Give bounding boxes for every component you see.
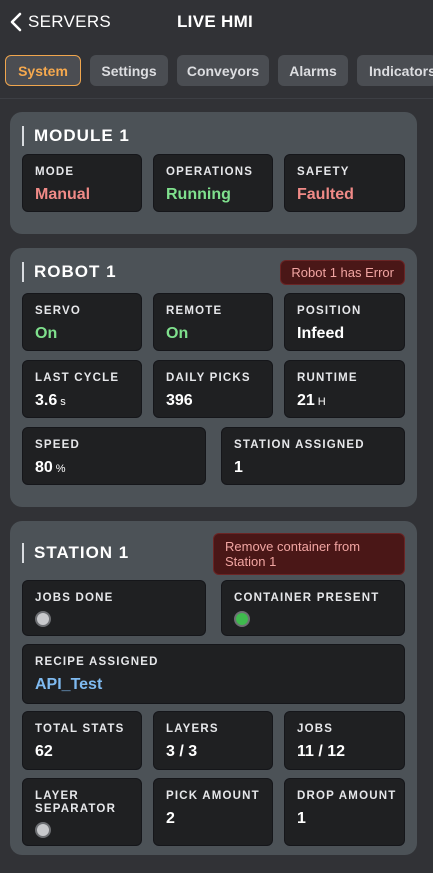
robot-error-badge: Robot 1 has Error: [280, 260, 405, 285]
safety-card: SAFETY Faulted: [284, 154, 405, 212]
container-present-card: CONTAINER PRESENT: [221, 580, 405, 636]
position-label: POSITION: [297, 305, 362, 317]
speed-value: 80%: [35, 458, 66, 479]
jobs-label: JOBS: [297, 723, 334, 735]
runtime-unit: H: [317, 396, 326, 408]
station-title: STATION 1: [22, 543, 129, 563]
robot-panel: ROBOT 1 Robot 1 has Error SERVO On REMOT…: [10, 248, 417, 507]
jobs-done-indicator: [35, 611, 51, 627]
mode-value: Manual: [35, 186, 91, 203]
daily-picks-value: 396: [166, 392, 193, 409]
recipe-card: RECIPE ASSIGNED API_Test: [22, 644, 405, 704]
recipe-value: API_Test: [35, 676, 103, 693]
back-button[interactable]: SERVERS: [8, 9, 111, 35]
robot-title: ROBOT 1: [22, 262, 117, 282]
position-value: Infeed: [297, 325, 345, 342]
drop-amount-card: DROP AMOUNT 1: [284, 778, 405, 846]
station-assigned-label: STATION ASSIGNED: [234, 439, 365, 451]
operations-label: OPERATIONS: [166, 166, 254, 178]
container-present-indicator: [234, 611, 250, 627]
remote-card: REMOTE On: [153, 293, 273, 351]
servo-card: SERVO On: [22, 293, 142, 351]
speed-label: SPEED: [35, 439, 80, 451]
page-title: LIVE HMI: [177, 12, 254, 31]
last-cycle-number: 3.6: [35, 392, 58, 409]
total-stats-label: TOTAL STATS: [35, 723, 125, 735]
layers-card: LAYERS 3 / 3: [153, 711, 273, 770]
layer-separator-label-line2: SEPARATOR: [35, 803, 117, 815]
position-card: POSITION Infeed: [284, 293, 405, 351]
tab-conveyors[interactable]: Conveyors: [177, 55, 269, 86]
layer-separator-label: LAYER SEPARATOR: [35, 790, 116, 816]
pick-amount-card: PICK AMOUNT 2: [153, 778, 273, 846]
speed-number: 80: [35, 459, 53, 476]
tab-bar: System Settings Conveyors Alarms Indicat…: [5, 55, 433, 86]
tab-system[interactable]: System: [5, 55, 81, 86]
speed-unit: %: [55, 463, 66, 475]
jobs-done-label: JOBS DONE: [35, 592, 114, 604]
daily-picks-card: DAILY PICKS 396: [153, 360, 273, 418]
last-cycle-unit: s: [60, 396, 66, 408]
total-stats-value: 62: [35, 743, 53, 760]
jobs-value: 11 / 12: [297, 743, 346, 760]
tab-divider: [0, 98, 433, 99]
station-alert-badge: Remove container from Station 1: [213, 533, 405, 575]
last-cycle-card: LAST CYCLE 3.6 s: [22, 360, 142, 418]
chevron-left-icon: [10, 12, 22, 32]
runtime-value: 21 H: [297, 391, 326, 412]
container-present-label: CONTAINER PRESENT: [234, 592, 380, 604]
drop-amount-value: 1: [297, 810, 306, 827]
total-stats-card: TOTAL STATS 62: [22, 711, 142, 770]
jobs-done-card: JOBS DONE: [22, 580, 206, 636]
operations-value: Running: [166, 186, 231, 203]
safety-value: Faulted: [297, 186, 354, 203]
station-assigned-value: 1: [234, 459, 243, 476]
mode-label: MODE: [35, 166, 75, 178]
operations-card: OPERATIONS Running: [153, 154, 273, 212]
layer-separator-indicator: [35, 822, 51, 838]
remote-value: On: [166, 325, 189, 342]
mode-card: MODE Manual: [22, 154, 142, 212]
servo-label: SERVO: [35, 305, 82, 317]
tab-alarms[interactable]: Alarms: [278, 55, 348, 86]
back-label: SERVERS: [28, 12, 112, 31]
speed-card: SPEED 80%: [22, 427, 206, 485]
pick-amount-label: PICK AMOUNT: [166, 790, 260, 802]
runtime-number: 21: [297, 392, 315, 409]
layers-label: LAYERS: [166, 723, 219, 735]
module-title: MODULE 1: [22, 126, 130, 146]
runtime-label: RUNTIME: [297, 372, 358, 384]
remote-label: REMOTE: [166, 305, 223, 317]
layer-separator-label-line1: LAYER: [35, 790, 79, 802]
runtime-card: RUNTIME 21 H: [284, 360, 405, 418]
station-assigned-card: STATION ASSIGNED 1: [221, 427, 405, 485]
layer-separator-card: LAYER SEPARATOR: [22, 778, 142, 846]
pick-amount-value: 2: [166, 810, 175, 827]
tab-indicators[interactable]: Indicators: [357, 55, 433, 86]
recipe-label: RECIPE ASSIGNED: [35, 656, 159, 668]
station-alert-line1: Remove container from: [225, 539, 361, 554]
layers-value: 3 / 3: [166, 743, 198, 760]
tab-settings[interactable]: Settings: [90, 55, 168, 86]
station-panel: STATION 1 Remove container from Station …: [10, 521, 417, 855]
module-panel: MODULE 1 MODE Manual OPERATIONS Running …: [10, 112, 417, 234]
daily-picks-label: DAILY PICKS: [166, 372, 251, 384]
station-alert-line2: Station 1: [225, 554, 277, 569]
jobs-card: JOBS 11 / 12: [284, 711, 405, 770]
header: SERVERS LIVE HMI: [0, 0, 433, 44]
last-cycle-label: LAST CYCLE: [35, 372, 120, 384]
servo-value: On: [35, 325, 58, 342]
last-cycle-value: 3.6 s: [35, 391, 66, 412]
drop-amount-label: DROP AMOUNT: [297, 790, 397, 802]
safety-label: SAFETY: [297, 166, 350, 178]
